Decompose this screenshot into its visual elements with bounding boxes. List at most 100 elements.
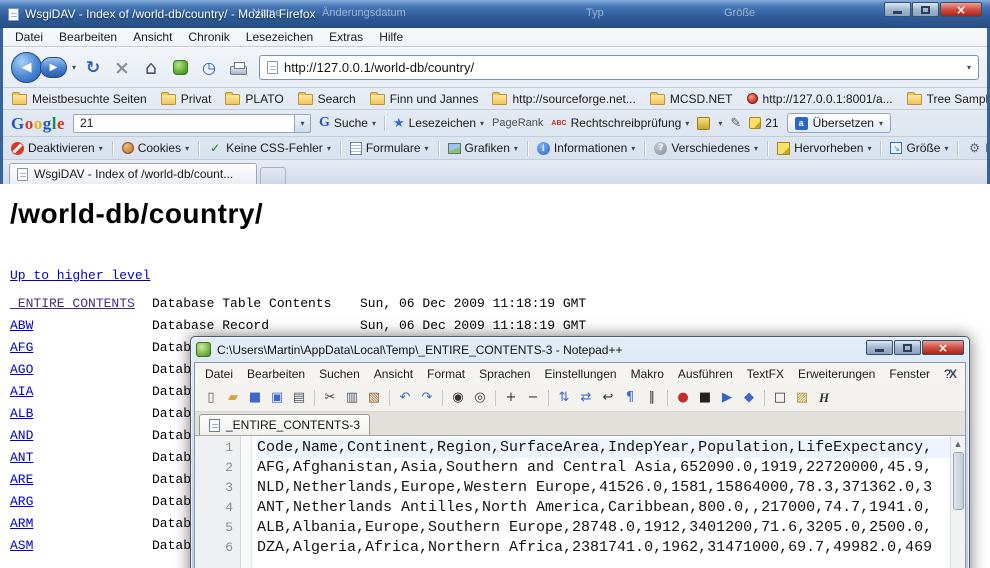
document-tab[interactable]: _ENTIRE_CONTENTS-3 [199, 414, 370, 435]
record-macro-icon[interactable]: ● [673, 388, 693, 407]
forward-button[interactable]: ▶ [40, 57, 67, 78]
npp-menu-item[interactable]: Makro [624, 365, 671, 383]
npp-maximize-button[interactable] [894, 340, 921, 355]
bookmark-item[interactable]: Search [298, 92, 356, 106]
webdev-item[interactable]: Formulare▾ [350, 141, 429, 155]
webdev-item[interactable]: Grafiken▾ [448, 141, 518, 155]
indent-guide-icon[interactable]: ∥ [642, 388, 662, 407]
scroll-up-icon[interactable]: ▲ [951, 436, 965, 451]
addon-icon[interactable] [168, 55, 192, 81]
dir-entry-link[interactable]: AIA [10, 381, 152, 403]
bookmark-item[interactable]: MCSD.NET [650, 92, 733, 106]
new-file-icon[interactable]: ▯ [201, 388, 221, 407]
menu-item[interactable]: Datei [7, 28, 51, 46]
show-symbols-icon[interactable]: ¶ [620, 388, 640, 407]
replace-icon[interactable]: ◎ [470, 388, 490, 407]
npp-menu-item[interactable]: Suchen [312, 365, 367, 383]
home-icon[interactable]: ⌂ [139, 55, 163, 81]
menu-item[interactable]: Chronik [180, 28, 237, 46]
editor-text[interactable]: Code,Name,Continent,Region,SurfaceArea,I… [252, 436, 950, 568]
chevron-down-icon[interactable]: ▾ [718, 119, 722, 128]
npp-menu-item[interactable]: TextFX [740, 365, 791, 383]
webdev-item[interactable]: Deaktivieren▾ [11, 141, 103, 155]
menu-item[interactable]: Ansicht [125, 28, 180, 46]
dir-entry-link[interactable]: ASM [10, 535, 152, 557]
npp-menu-item[interactable]: Datei [198, 365, 240, 383]
npp-menu-item[interactable]: Einstellungen [538, 365, 624, 383]
vertical-scrollbar[interactable]: ▲ [950, 436, 965, 568]
npp-menu-item[interactable]: Ausführen [671, 365, 740, 383]
code-line[interactable]: ANT,Netherlands Antilles,North America,C… [257, 498, 950, 518]
webdev-item[interactable]: Verschiedenes▾ [654, 141, 758, 155]
google-search-button[interactable]: G Suche ▾ [319, 115, 376, 131]
save-icon[interactable]: ■ [245, 388, 265, 407]
translate-button[interactable]: a Übersetzen ▾ [787, 113, 891, 133]
code-line[interactable]: DZA,Algeria,Africa,Northern Africa,23817… [257, 538, 950, 558]
editor-area[interactable]: 123456 Code,Name,Continent,Region,Surfac… [195, 436, 965, 568]
autofill-icon[interactable] [697, 117, 710, 130]
npp-menu-item[interactable]: Ansicht [367, 365, 420, 383]
open-icon[interactable]: ▰ [223, 388, 243, 407]
clock-icon[interactable]: ◷ [197, 55, 221, 81]
post-it-icon[interactable]: ▨ [792, 388, 812, 407]
save-macro-icon[interactable]: ◆ [739, 388, 759, 407]
highlight-term-button[interactable]: 21 [749, 116, 778, 130]
up-to-higher-level-link[interactable]: Up to higher level [10, 268, 150, 284]
html-preview-icon[interactable]: H [814, 388, 834, 407]
pagerank-widget[interactable]: PageRank [492, 117, 543, 129]
maximize-button[interactable] [912, 2, 939, 17]
menu-item[interactable]: Hilfe [371, 28, 411, 46]
close-button[interactable]: × [940, 2, 982, 17]
npp-menu-item[interactable]: Sprachen [472, 365, 537, 383]
menu-item[interactable]: Lesezeichen [238, 28, 321, 46]
search-history-caret[interactable]: ▾ [294, 115, 310, 132]
stop-icon[interactable]: × [110, 55, 134, 81]
webdev-item[interactable]: Größe▾ [890, 141, 948, 155]
webdev-item[interactable]: Extras▾ [967, 141, 987, 155]
code-line[interactable]: ALB,Albania,Europe,Southern Europe,28748… [257, 518, 950, 538]
print-button[interactable] [226, 55, 250, 81]
bookmark-item[interactable]: Tree Samples [907, 92, 987, 106]
dir-entry-link[interactable]: ARG [10, 491, 152, 513]
webdev-item[interactable]: Keine CSS-Fehler▾ [208, 141, 331, 155]
menu-item[interactable]: Extras [321, 28, 371, 46]
code-line[interactable]: AFG,Afghanistan,Asia,Southern and Centra… [257, 458, 950, 478]
fullscreen-icon[interactable]: □ [770, 388, 790, 407]
redo-icon[interactable]: ↷ [417, 388, 437, 407]
dir-entry-link[interactable]: ANT [10, 447, 152, 469]
npp-menu-item[interactable]: Bearbeiten [240, 365, 312, 383]
reload-icon[interactable]: ↻ [81, 55, 105, 81]
scrollbar-thumb[interactable] [953, 452, 964, 510]
word-wrap-icon[interactable]: ↩ [598, 388, 618, 407]
stop-macro-icon[interactable]: ■ [695, 388, 715, 407]
bookmark-item[interactable]: PLATO [225, 92, 283, 106]
dir-entry-link[interactable]: AGO [10, 359, 152, 381]
dir-entry-link[interactable]: ARE [10, 469, 152, 491]
print-icon[interactable]: ▤ [289, 388, 309, 407]
webdev-item[interactable]: Informationen▾ [537, 141, 635, 155]
edit-pencil-icon[interactable]: ✎ [730, 116, 741, 131]
tab-wsgidav[interactable]: WsgiDAV - Index of /world-db/count... [9, 163, 257, 184]
menu-item[interactable]: Bearbeiten [51, 28, 125, 46]
cut-icon[interactable]: ✂ [320, 388, 340, 407]
dir-entry-link[interactable]: _ENTIRE_CONTENTS [10, 293, 152, 315]
sync-vertical-icon[interactable]: ⇅ [554, 388, 574, 407]
bookmark-item[interactable]: Meistbesuchte Seiten [12, 92, 147, 106]
undo-icon[interactable]: ↶ [395, 388, 415, 407]
npp-menu-close-x[interactable]: X [949, 367, 957, 381]
zoom-out-icon[interactable]: − [523, 388, 543, 407]
spellcheck-button[interactable]: Rechtschreibprüfung ▾ [551, 116, 689, 130]
minimize-button[interactable] [884, 2, 911, 17]
sync-horizontal-icon[interactable]: ⇄ [576, 388, 596, 407]
code-line[interactable]: NLD,Netherlands,Europe,Western Europe,41… [257, 478, 950, 498]
find-icon[interactable]: ◉ [448, 388, 468, 407]
zoom-in-icon[interactable]: + [501, 388, 521, 407]
npp-menu-item[interactable]: Fenster [882, 365, 937, 383]
dir-entry-link[interactable]: ARM [10, 513, 152, 535]
bookmark-item[interactable]: http://sourceforge.net... [492, 92, 635, 106]
google-search-input[interactable]: 21 ▾ [73, 114, 311, 133]
dir-entry-link[interactable]: AND [10, 425, 152, 447]
google-bookmarks-button[interactable]: ★ Lesezeichen ▾ [393, 116, 484, 131]
back-button[interactable]: ◀ [11, 52, 42, 83]
npp-menu-item[interactable]: Format [420, 365, 472, 383]
